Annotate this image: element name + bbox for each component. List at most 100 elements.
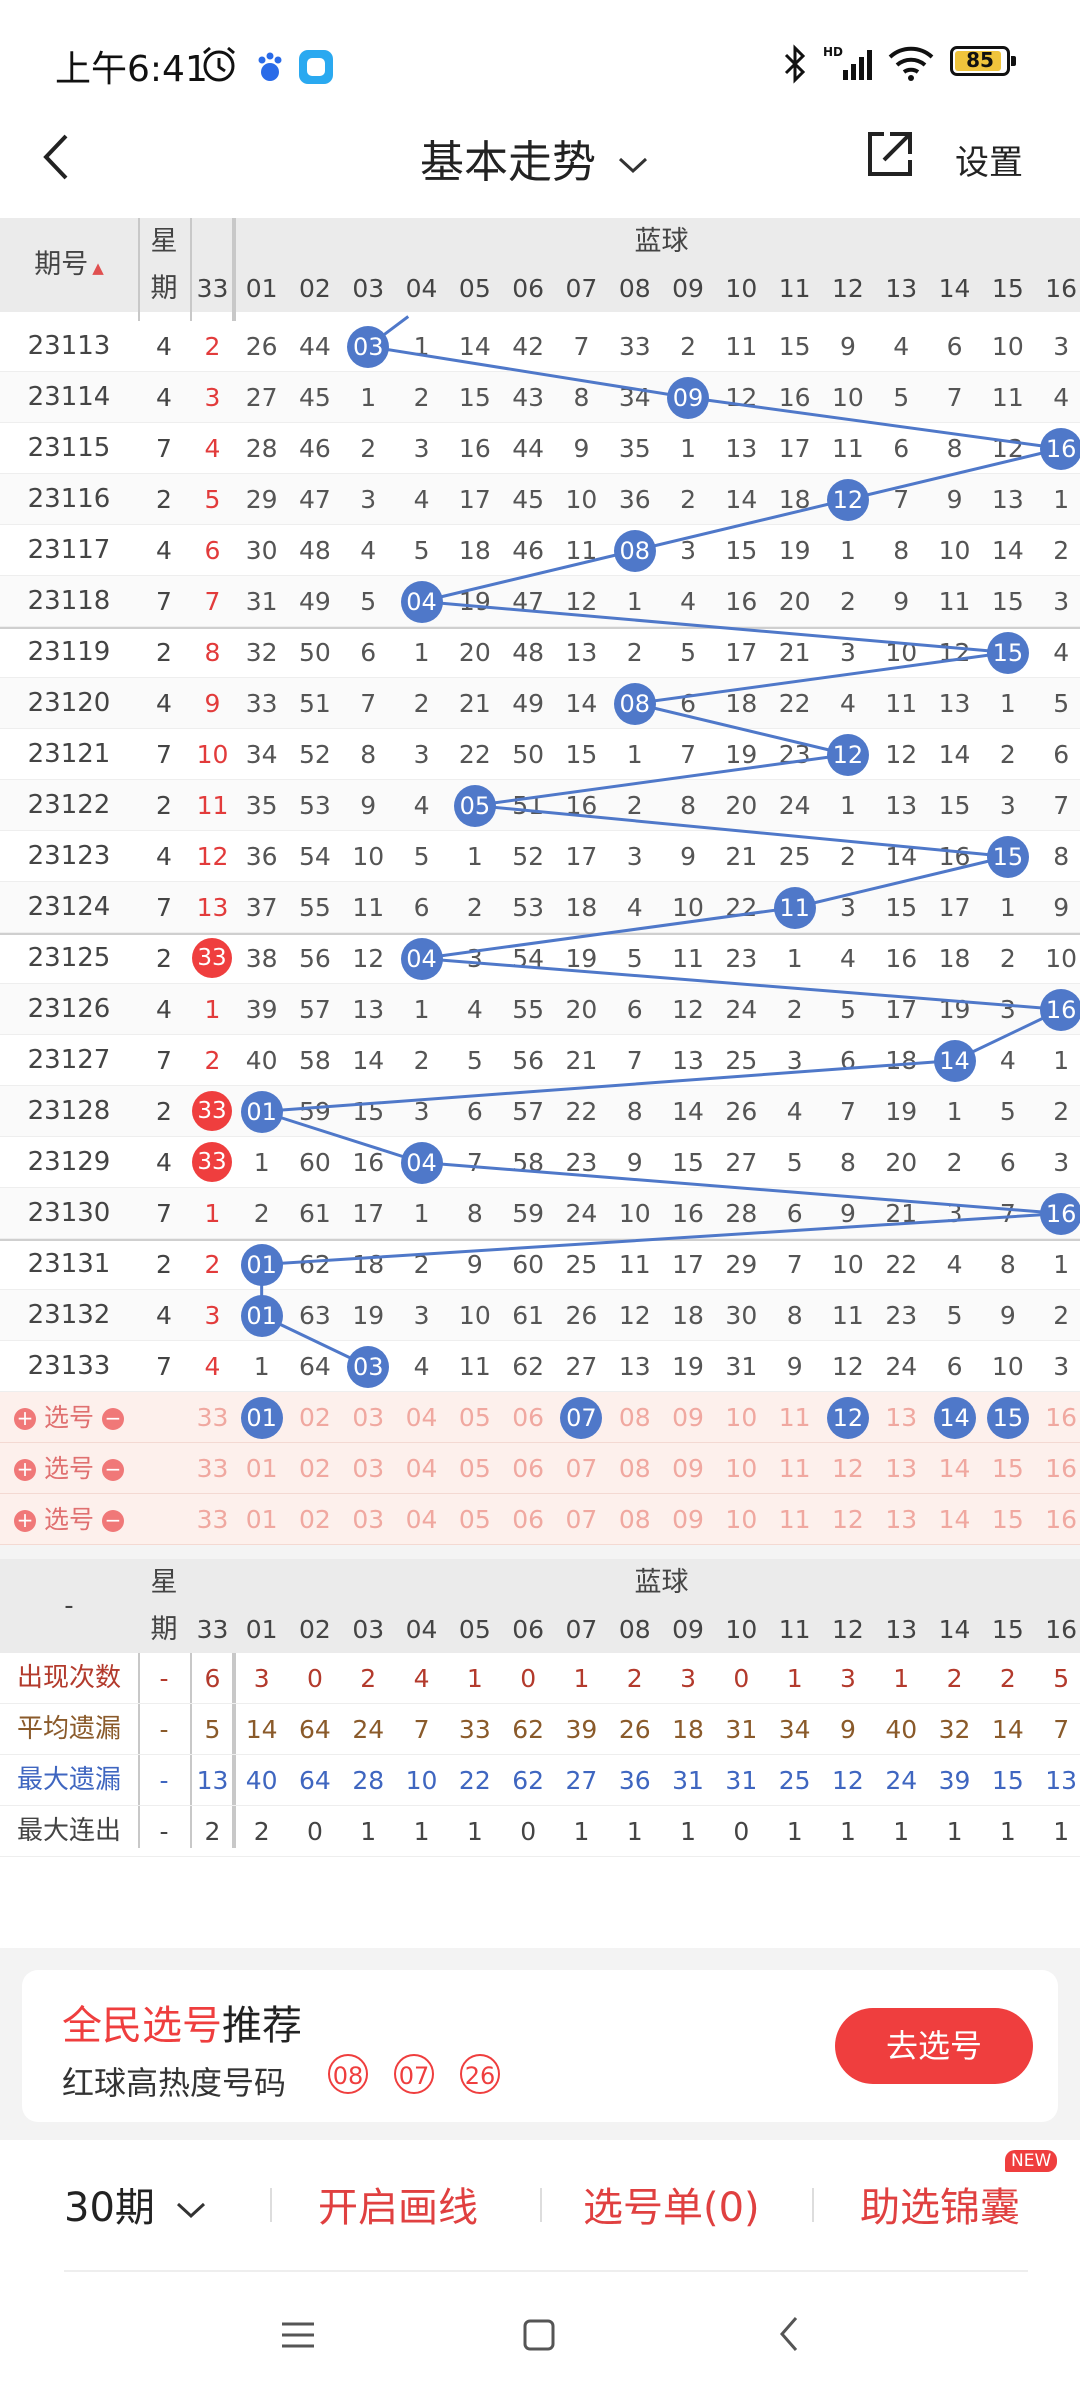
pick-number[interactable]: 14 bbox=[928, 1494, 981, 1545]
remove-icon[interactable]: − bbox=[101, 1408, 124, 1430]
share-icon[interactable] bbox=[862, 128, 916, 182]
omission-cell: 14 bbox=[938, 740, 971, 769]
banner-title-black: 推荐 bbox=[222, 2003, 302, 2049]
page-title[interactable]: 基本走势 bbox=[420, 126, 650, 190]
pick-list-button[interactable]: 选号单(0) bbox=[583, 2175, 760, 2233]
omission-cell: 13 bbox=[991, 485, 1024, 514]
stats-week-cell: - bbox=[159, 1715, 169, 1744]
toolbar-bottom-divider bbox=[64, 2270, 1028, 2272]
pick-number[interactable]: 12 bbox=[821, 1494, 874, 1545]
pick-number[interactable]: 09 bbox=[661, 1443, 714, 1494]
pick-number[interactable]: 13 bbox=[875, 1443, 928, 1494]
pick-number[interactable]: 06 bbox=[502, 1494, 555, 1545]
pick-number[interactable]: 08 bbox=[608, 1392, 661, 1443]
pick-number[interactable]: 09 bbox=[661, 1494, 714, 1545]
pick-number[interactable]: 16 bbox=[1035, 1443, 1080, 1494]
pick-number[interactable]: 12 bbox=[821, 1443, 874, 1494]
pick-number[interactable]: 13 bbox=[875, 1392, 928, 1443]
pick-number[interactable]: 02 bbox=[288, 1443, 341, 1494]
signal-icon: HD bbox=[823, 45, 872, 80]
omission-cell: 3 bbox=[839, 893, 856, 922]
pick-ball-selected[interactable]: 15 bbox=[986, 1396, 1029, 1439]
pick-number[interactable]: 14 bbox=[928, 1443, 981, 1494]
omission-cell: 6 bbox=[626, 995, 643, 1024]
pick-red-number[interactable]: 33 bbox=[190, 1494, 235, 1545]
pick-ball-selected[interactable]: 01 bbox=[240, 1396, 283, 1439]
period-header[interactable]: 期号 ▲ bbox=[0, 218, 138, 312]
pick-number[interactable]: 05 bbox=[448, 1443, 501, 1494]
pick-number[interactable]: 08 bbox=[608, 1494, 661, 1545]
blue-column-number: 06 bbox=[512, 274, 545, 303]
stats-value-cell: 1 bbox=[786, 1817, 803, 1846]
blue-ball-hit: 16 bbox=[1040, 1192, 1080, 1235]
pick-number[interactable]: 11 bbox=[768, 1443, 821, 1494]
remove-icon[interactable]: − bbox=[101, 1510, 124, 1532]
pick-ball-selected[interactable]: 12 bbox=[826, 1396, 869, 1439]
pick-red-number[interactable]: 33 bbox=[190, 1392, 235, 1443]
app-notification-icon bbox=[299, 50, 333, 84]
pick-number[interactable]: 01 bbox=[235, 1494, 288, 1545]
pick-number[interactable]: 15 bbox=[981, 1494, 1034, 1545]
stats-value-cell: 15 bbox=[991, 1766, 1024, 1795]
pick-ball-selected[interactable]: 07 bbox=[560, 1396, 603, 1439]
pick-number[interactable]: 02 bbox=[288, 1494, 341, 1545]
back-icon[interactable] bbox=[38, 132, 74, 182]
draw-line-button[interactable]: 开启画线 bbox=[318, 2175, 478, 2233]
pick-number[interactable]: 15 bbox=[981, 1443, 1034, 1494]
pick-number[interactable]: 10 bbox=[715, 1443, 768, 1494]
pick-number[interactable]: 06 bbox=[502, 1392, 555, 1443]
stats-value-cell: 1 bbox=[573, 1817, 590, 1846]
pick-number[interactable]: 09 bbox=[661, 1392, 714, 1443]
banner-title: 全民选号推荐 bbox=[62, 1993, 302, 2051]
omission-cell: 5 bbox=[680, 638, 696, 667]
pick-number[interactable]: 05 bbox=[448, 1494, 501, 1545]
omission-cell: 50 bbox=[512, 740, 545, 769]
sort-icon[interactable]: ▲ bbox=[92, 259, 104, 277]
pick-number[interactable]: 07 bbox=[555, 1494, 608, 1545]
omission-cell: 44 bbox=[299, 332, 331, 361]
pick-number[interactable]: 03 bbox=[342, 1443, 395, 1494]
blue-ball-hit: 14 bbox=[933, 1039, 976, 1082]
pick-number[interactable]: 02 bbox=[288, 1392, 341, 1443]
add-icon[interactable]: + bbox=[14, 1459, 37, 1481]
stats-value-cell: 10 bbox=[405, 1766, 438, 1795]
omission-cell: 8 bbox=[360, 740, 377, 769]
pick-number[interactable]: 04 bbox=[395, 1392, 448, 1443]
go-pick-button[interactable]: 去选号 bbox=[835, 2008, 1033, 2084]
pick-number[interactable]: 08 bbox=[608, 1443, 661, 1494]
pick-number[interactable]: 06 bbox=[502, 1443, 555, 1494]
pick-number[interactable]: 13 bbox=[875, 1494, 928, 1545]
pick-number[interactable]: 11 bbox=[768, 1494, 821, 1545]
omission-cell: 60 bbox=[512, 1250, 545, 1279]
add-icon[interactable]: + bbox=[14, 1408, 37, 1430]
period-cell: 23114 bbox=[27, 382, 111, 412]
pick-number[interactable]: 03 bbox=[342, 1392, 395, 1443]
settings-button[interactable]: 设置 bbox=[955, 135, 1023, 184]
add-icon[interactable]: + bbox=[14, 1510, 37, 1532]
pick-number[interactable]: 01 bbox=[235, 1443, 288, 1494]
pick-number[interactable]: 04 bbox=[395, 1494, 448, 1545]
omission-cell: 14 bbox=[672, 1097, 704, 1126]
omission-cell: 3 bbox=[1053, 1352, 1070, 1381]
assist-button[interactable]: 助选锦囊 bbox=[860, 2175, 1020, 2233]
pick-number[interactable]: 05 bbox=[448, 1392, 501, 1443]
home-icon[interactable] bbox=[520, 2316, 558, 2354]
pick-ball-selected[interactable]: 14 bbox=[933, 1396, 976, 1439]
pick-number[interactable]: 10 bbox=[715, 1494, 768, 1545]
pick-number[interactable]: 16 bbox=[1035, 1494, 1080, 1545]
period-selector[interactable]: 30期 bbox=[64, 2175, 208, 2233]
week-cell: 4 bbox=[156, 1148, 172, 1177]
pick-number[interactable]: 04 bbox=[395, 1443, 448, 1494]
back-nav-icon[interactable] bbox=[772, 2314, 806, 2354]
pick-number[interactable]: 03 bbox=[342, 1494, 395, 1545]
stats-value-cell: 40 bbox=[245, 1766, 278, 1795]
menu-icon[interactable] bbox=[278, 2318, 318, 2352]
pick-number[interactable]: 10 bbox=[715, 1392, 768, 1443]
red-miss-cell: 3 bbox=[204, 1301, 221, 1330]
blue-column-number: 10 bbox=[725, 274, 758, 303]
pick-number[interactable]: 11 bbox=[768, 1392, 821, 1443]
pick-red-number[interactable]: 33 bbox=[190, 1443, 235, 1494]
remove-icon[interactable]: − bbox=[101, 1459, 124, 1481]
pick-number[interactable]: 07 bbox=[555, 1443, 608, 1494]
pick-number[interactable]: 16 bbox=[1035, 1392, 1080, 1443]
